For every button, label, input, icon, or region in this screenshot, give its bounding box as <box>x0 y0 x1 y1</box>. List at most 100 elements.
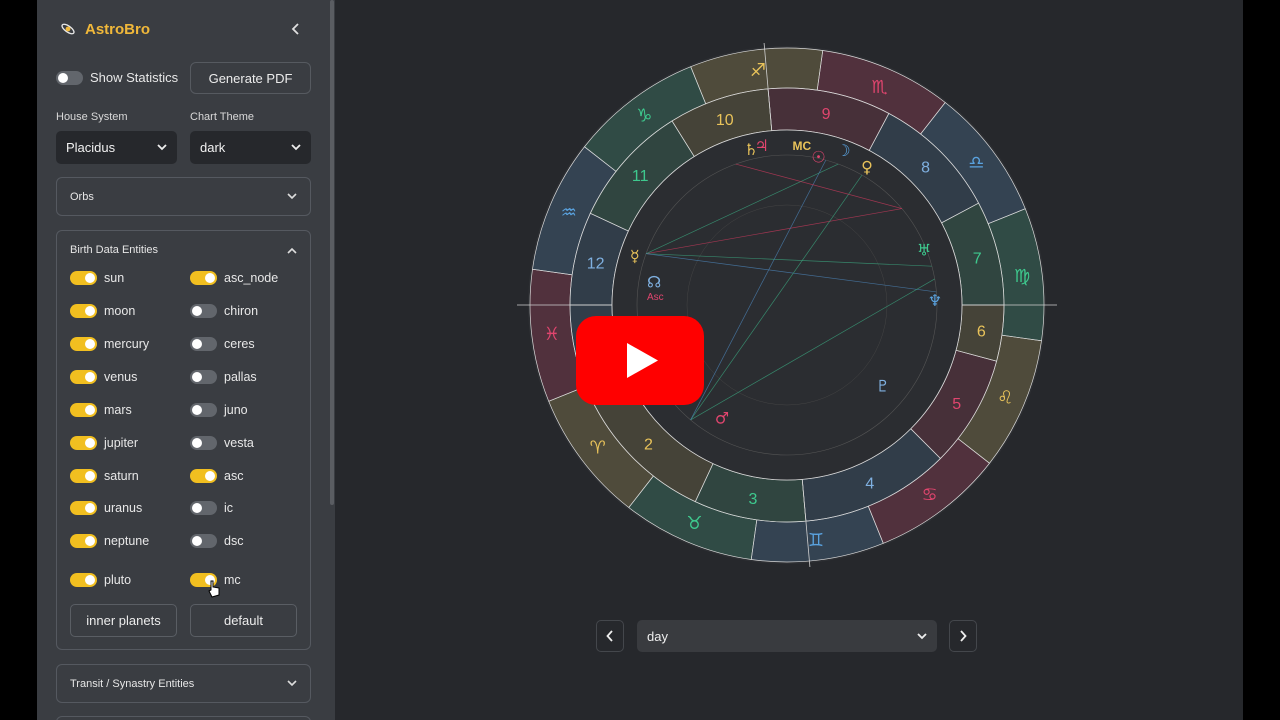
youtube-play-icon[interactable] <box>576 316 704 405</box>
entity-mercury[interactable]: mercury <box>70 337 149 351</box>
house-number: 4 <box>865 476 874 493</box>
orbs-panel-header[interactable]: Orbs <box>57 178 310 215</box>
entity-label: asc <box>224 469 244 483</box>
entity-toggle[interactable] <box>70 304 97 318</box>
entity-label: mercury <box>104 337 150 351</box>
entity-saturn[interactable]: saturn <box>70 469 139 483</box>
generate-pdf-button[interactable]: Generate PDF <box>190 62 311 94</box>
entity-toggle[interactable] <box>70 469 97 483</box>
show-statistics-row[interactable]: Show Statistics <box>56 70 178 85</box>
entity-ceres[interactable]: ceres <box>190 337 255 351</box>
entity-pallas[interactable]: pallas <box>190 370 257 384</box>
house-system-select[interactable]: Placidus <box>56 131 177 164</box>
house-number: 9 <box>822 106 831 123</box>
planet-glyph: ☊ <box>647 273 661 292</box>
entity-mars[interactable]: mars <box>70 403 132 417</box>
previous-period-button[interactable] <box>596 620 624 652</box>
transit-panel-title: Transit / Synastry Entities <box>70 677 195 690</box>
entity-label: venus <box>104 370 138 384</box>
zodiac-glyph: ♉ <box>686 513 702 534</box>
mc-label: MC <box>792 139 811 153</box>
next-period-button[interactable] <box>949 620 977 652</box>
planet-glyph: ☿ <box>630 247 640 266</box>
entity-asc[interactable]: asc <box>190 469 243 483</box>
entity-ic[interactable]: ic <box>190 501 233 515</box>
house-number: 3 <box>749 491 758 508</box>
house-number: 11 <box>632 168 649 185</box>
inner-planets-button[interactable]: inner planets <box>70 604 177 637</box>
period-select[interactable]: day <box>637 620 937 652</box>
entity-neptune[interactable]: neptune <box>70 534 149 548</box>
entity-toggle[interactable] <box>190 534 217 548</box>
entity-toggle[interactable] <box>70 271 97 285</box>
entity-juno[interactable]: juno <box>190 403 248 417</box>
next-panel <box>56 716 311 720</box>
entity-toggle[interactable] <box>190 436 217 450</box>
entity-label: saturn <box>104 469 139 483</box>
entity-dsc[interactable]: dsc <box>190 534 243 548</box>
scrollbar-thumb[interactable] <box>330 0 334 505</box>
zodiac-glyph: ♌ <box>997 388 1013 409</box>
inner-circle <box>611 129 963 481</box>
transit-panel-header[interactable]: Transit / Synastry Entities <box>57 665 310 702</box>
zodiac-glyph: ♎ <box>968 152 984 173</box>
entity-sun[interactable]: sun <box>70 271 124 285</box>
planet-glyph: ♅ <box>917 241 931 260</box>
entity-toggle[interactable] <box>190 469 217 483</box>
entity-toggle[interactable] <box>190 501 217 515</box>
birth-panel-title: Birth Data Entities <box>70 244 159 256</box>
zodiac-glyph: ♓ <box>544 324 560 345</box>
entity-toggle[interactable] <box>190 304 217 318</box>
collapse-sidebar-button[interactable] <box>287 20 305 38</box>
chevron-down-icon <box>287 680 297 687</box>
entity-uranus[interactable]: uranus <box>70 501 142 515</box>
brand: AstroBro <box>59 20 150 38</box>
entity-toggle[interactable] <box>70 403 97 417</box>
entity-venus[interactable]: venus <box>70 370 137 384</box>
orbs-panel-title: Orbs <box>70 190 94 203</box>
sidebar: AstroBro Show Statistics Generate PDF Ho… <box>37 0 334 720</box>
house-number: 5 <box>952 396 961 413</box>
entity-toggle[interactable] <box>190 403 217 417</box>
entity-toggle[interactable] <box>70 337 97 351</box>
house-number: 12 <box>587 256 605 273</box>
mouse-cursor-icon <box>208 580 220 598</box>
zodiac-glyph: ♊ <box>808 530 824 551</box>
sidebar-scrollbar[interactable] <box>329 0 335 720</box>
birth-data-entities-panel: Birth Data Entities sun moon mercury ven… <box>56 230 311 650</box>
entity-chiron[interactable]: chiron <box>190 304 258 318</box>
entity-label: juno <box>224 403 248 417</box>
planet-glyph: ♇ <box>876 376 890 395</box>
zodiac-glyph: ♋ <box>922 484 938 505</box>
entity-toggle[interactable] <box>190 337 217 351</box>
planet-glyph: ☽ <box>836 141 850 160</box>
default-button[interactable]: default <box>190 604 297 637</box>
planet-glyph: ♄ <box>744 140 758 159</box>
entity-toggle[interactable] <box>70 501 97 515</box>
chevron-right-icon <box>960 630 967 642</box>
entity-label: uranus <box>104 501 143 515</box>
entity-toggle[interactable] <box>190 370 217 384</box>
chevron-left-icon <box>606 630 613 642</box>
planet-glyph: ♀ <box>861 157 873 176</box>
entity-label: ceres <box>224 337 255 351</box>
chart-theme-select[interactable]: dark <box>190 131 311 164</box>
chevron-down-icon <box>917 632 927 639</box>
entity-toggle[interactable] <box>70 573 97 587</box>
entity-toggle[interactable] <box>190 271 217 285</box>
planet-glyph: ☉ <box>811 147 825 166</box>
entity-jupiter[interactable]: jupiter <box>70 436 138 450</box>
period-value: day <box>647 628 668 644</box>
entity-moon[interactable]: moon <box>70 304 135 318</box>
entity-toggle[interactable] <box>70 436 97 450</box>
entity-toggle[interactable] <box>70 534 97 548</box>
entity-vesta[interactable]: vesta <box>190 436 254 450</box>
show-statistics-toggle[interactable] <box>56 70 83 85</box>
birth-panel-header[interactable]: Birth Data Entities <box>57 231 310 269</box>
entity-label: asc_node <box>224 271 279 285</box>
entity-asc-node[interactable]: asc_node <box>190 271 278 285</box>
house-system-label: House System <box>56 111 128 123</box>
house-number: 6 <box>977 324 986 341</box>
entity-toggle[interactable] <box>70 370 97 384</box>
entity-pluto[interactable]: pluto <box>70 573 131 587</box>
